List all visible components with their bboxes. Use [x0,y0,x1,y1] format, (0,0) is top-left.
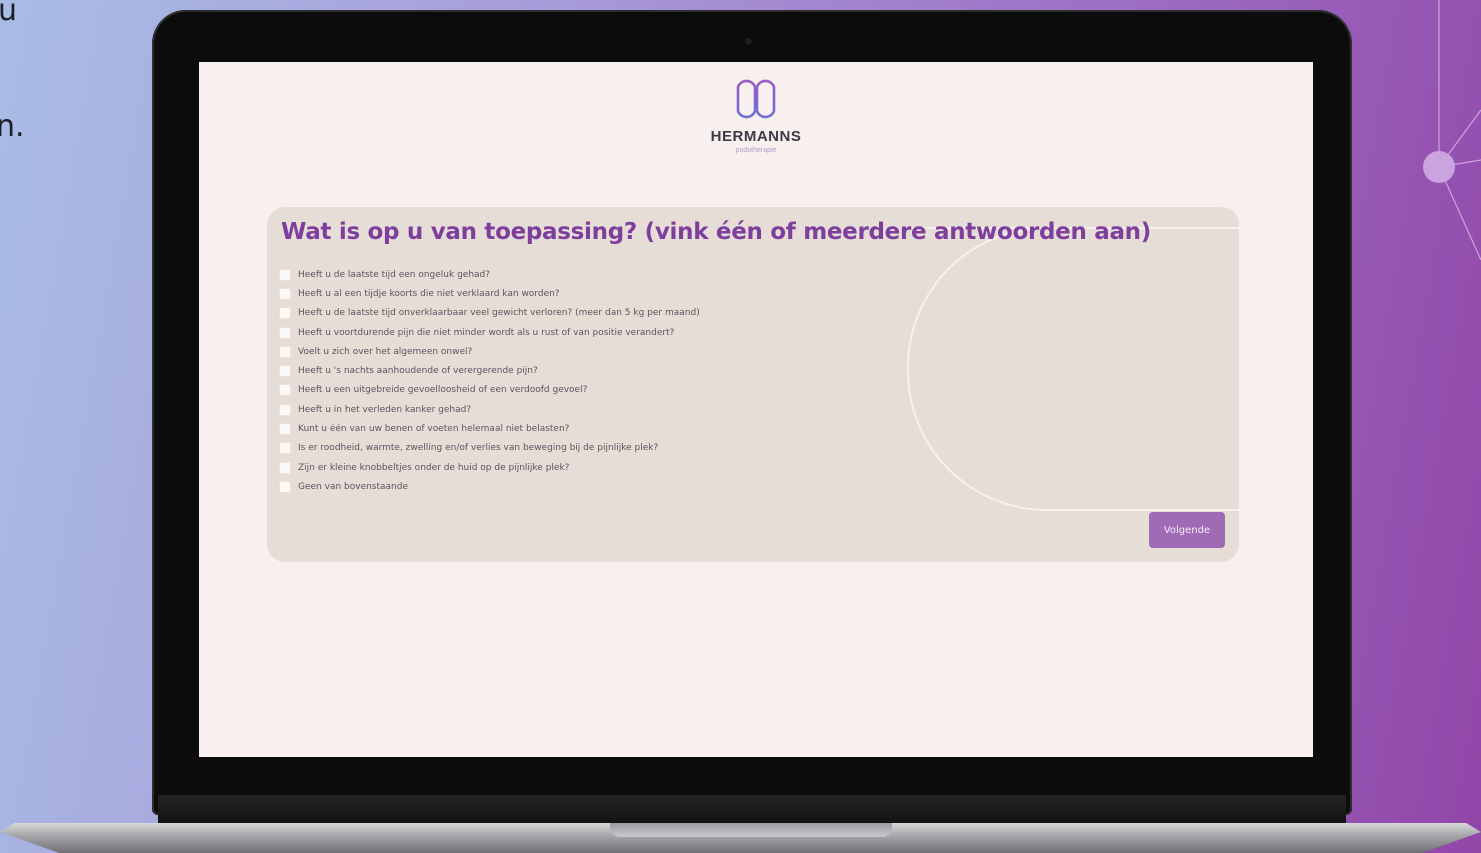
checkbox[interactable] [279,461,291,474]
hermanns-logo-icon [736,79,776,119]
checkbox[interactable] [279,345,291,358]
brand-name: HERMANNS [710,128,802,145]
checkbox[interactable] [279,268,291,281]
checkbox[interactable] [279,326,291,339]
option-item[interactable]: Heeft u de laatste tijd onverklaarbaar v… [279,304,700,323]
checkbox[interactable] [279,287,291,300]
option-label: Heeft u een uitgebreide gevoelloosheid o… [298,385,588,396]
option-item[interactable]: Voelt u zich over het algemeen onwel? [279,342,700,361]
question-title: Wat is op u van toepassing? (vink één of… [281,219,1151,245]
option-label: Heeft u 's nachts aanhoudende of vererge… [298,366,538,377]
option-label: Is er roodheid, warmte, zwelling en/of v… [298,443,659,454]
question-card: Wat is op u van toepassing? (vink één of… [267,207,1239,562]
next-button[interactable]: Volgende [1149,512,1225,548]
card-decoration-arc [907,227,1239,511]
network-node-icon [1423,151,1455,183]
option-label: Kunt u één van uw benen of voeten helema… [298,424,570,435]
option-label: Heeft u voortdurende pijn die niet minde… [298,327,675,338]
option-item[interactable]: Heeft u een uitgebreide gevoelloosheid o… [279,381,700,400]
laptop-bezel [158,795,1346,825]
checkbox[interactable] [279,442,291,455]
brand-logo: HERMANNS podotherapie [706,76,806,154]
checkbox[interactable] [279,423,291,436]
option-item[interactable]: Heeft u 's nachts aanhoudende of vererge… [279,361,700,380]
background-text-fragment-1: u [0,0,18,28]
background-text-fragment-2: n. [0,109,25,144]
option-item[interactable]: Heeft u in het verleden kanker gehad? [279,400,700,419]
option-item[interactable]: Heeft u al een tijdje koorts die niet ve… [279,284,700,303]
checkbox[interactable] [279,403,291,416]
checkbox[interactable] [279,307,291,320]
option-label: Heeft u de laatste tijd een ongeluk geha… [298,269,491,280]
laptop-notch [610,823,892,837]
checkbox[interactable] [279,365,291,378]
option-label: Zijn er kleine knobbeltjes onder de huid… [298,462,570,473]
option-item[interactable]: Kunt u één van uw benen of voeten helema… [279,419,700,438]
checkbox[interactable] [279,480,291,493]
option-item[interactable]: Is er roodheid, warmte, zwelling en/of v… [279,439,700,458]
option-item[interactable]: Geen van bovenstaande [279,477,700,496]
option-label: Voelt u zich over het algemeen onwel? [298,346,473,357]
option-item[interactable]: Zijn er kleine knobbeltjes onder de huid… [279,458,700,477]
options-list: Heeft u de laatste tijd een ongeluk geha… [279,265,700,497]
network-decoration [1423,0,1481,260]
checkbox[interactable] [279,384,291,397]
option-item[interactable]: Heeft u voortdurende pijn die niet minde… [279,323,700,342]
option-label: Heeft u al een tijdje koorts die niet ve… [298,288,560,299]
option-label: Heeft u de laatste tijd onverklaarbaar v… [298,308,700,319]
option-item[interactable]: Heeft u de laatste tijd een ongeluk geha… [279,265,700,284]
laptop-screen: HERMANNS podotherapie Wat is op u van to… [199,62,1313,757]
brand-subtitle: podotherapie [735,147,777,154]
option-label: Geen van bovenstaande [298,481,409,492]
option-label: Heeft u in het verleden kanker gehad? [298,404,472,415]
camera-icon [745,38,752,45]
